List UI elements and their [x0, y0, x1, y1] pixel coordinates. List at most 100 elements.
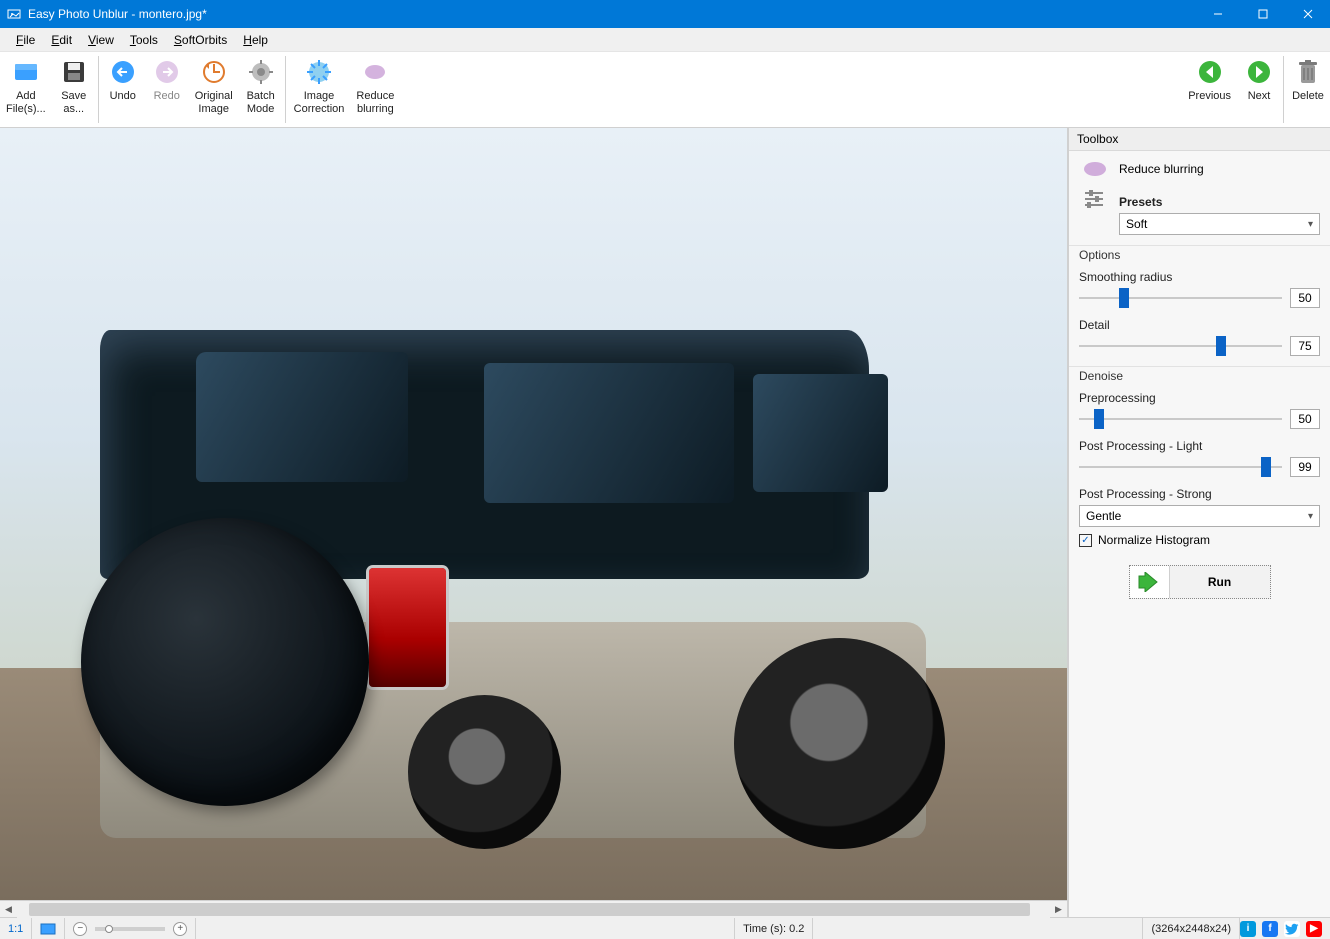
save-as-button[interactable]: Save as...: [52, 52, 96, 127]
detail-slider[interactable]: [1079, 336, 1282, 356]
batch-mode-icon: [245, 56, 277, 88]
zoom-out-button[interactable]: −: [73, 922, 87, 936]
canvas-wrap: ◀ ▶: [0, 128, 1068, 917]
scroll-thumb[interactable]: [29, 903, 1030, 916]
redo-label: Redo: [154, 90, 180, 103]
undo-button[interactable]: Undo: [101, 52, 145, 127]
youtube-icon[interactable]: ▶: [1306, 921, 1322, 937]
original-image-icon: [198, 56, 230, 88]
previous-button[interactable]: Previous: [1182, 52, 1237, 127]
presets-combo[interactable]: Soft: [1119, 213, 1320, 235]
presets-icon: [1079, 189, 1111, 209]
detail-value[interactable]: 75: [1290, 336, 1320, 356]
previous-icon: [1194, 56, 1226, 88]
smoothing-radius-label: Smoothing radius: [1079, 270, 1320, 284]
preprocessing-label: Preprocessing: [1079, 391, 1320, 405]
image-correction-label: Image Correction: [294, 90, 345, 116]
denoise-heading: Denoise: [1069, 366, 1330, 385]
scroll-right-arrow[interactable]: ▶: [1050, 901, 1067, 918]
run-label: Run: [1170, 575, 1270, 589]
add-files-label: Add File(s)...: [6, 90, 46, 116]
status-dimensions: (3264x2448x24): [1143, 918, 1240, 939]
slider-thumb[interactable]: [1094, 409, 1104, 429]
zoom-in-button[interactable]: +: [173, 922, 187, 936]
batch-mode-button[interactable]: Batch Mode: [239, 52, 283, 127]
status-bar: 1:1 − + Time (s): 0.2 (3264x2448x24) i f…: [0, 917, 1330, 939]
original-image-button[interactable]: Original Image: [189, 52, 239, 127]
menu-bar: File Edit View Tools SoftOrbits Help: [0, 28, 1330, 52]
slider-thumb[interactable]: [1261, 457, 1271, 477]
info-icon[interactable]: i: [1240, 921, 1256, 937]
presets-heading: Presets: [1119, 195, 1320, 209]
twitter-icon[interactable]: [1284, 921, 1300, 937]
post-light-label: Post Processing - Light: [1079, 439, 1320, 453]
zoom-slider[interactable]: [95, 927, 165, 931]
zoom-slider-thumb[interactable]: [105, 925, 113, 933]
app-icon: [6, 6, 22, 22]
blur-icon: [1079, 159, 1111, 179]
run-button[interactable]: Run: [1129, 565, 1271, 599]
maximize-button[interactable]: [1240, 0, 1285, 28]
title-bar: Easy Photo Unblur - montero.jpg*: [0, 0, 1330, 28]
post-strong-combo[interactable]: Gentle: [1079, 505, 1320, 527]
menu-tools[interactable]: Tools: [122, 28, 166, 51]
detail-label: Detail: [1079, 318, 1320, 332]
slider-thumb[interactable]: [1216, 336, 1226, 356]
preprocessing-value[interactable]: 50: [1290, 409, 1320, 429]
close-button[interactable]: [1285, 0, 1330, 28]
undo-label: Undo: [110, 90, 136, 103]
post-light-value[interactable]: 99: [1290, 457, 1320, 477]
minimize-button[interactable]: [1195, 0, 1240, 28]
toolbar: Add File(s)... Save as... Undo Redo Orig…: [0, 52, 1330, 128]
normalize-histogram-checkbox[interactable]: ✓: [1079, 534, 1092, 547]
options-heading: Options: [1069, 245, 1330, 264]
image-placeholder: [0, 128, 1067, 900]
preprocessing-slider[interactable]: [1079, 409, 1282, 429]
trash-icon: [1292, 56, 1324, 88]
menu-edit[interactable]: Edit: [43, 28, 80, 51]
smoothing-radius-slider[interactable]: [1079, 288, 1282, 308]
add-files-button[interactable]: Add File(s)...: [0, 52, 52, 127]
add-files-icon: [10, 56, 42, 88]
menu-softorbits[interactable]: SoftOrbits: [166, 28, 235, 51]
toolbox-mode-label: Reduce blurring: [1119, 162, 1204, 176]
undo-icon: [107, 56, 139, 88]
post-light-slider[interactable]: [1079, 457, 1282, 477]
slider-thumb[interactable]: [1119, 288, 1129, 308]
normalize-histogram-label: Normalize Histogram: [1098, 533, 1210, 547]
image-canvas[interactable]: [0, 128, 1067, 900]
image-correction-icon: [303, 56, 335, 88]
menu-file[interactable]: File: [8, 28, 43, 51]
delete-button[interactable]: Delete: [1286, 52, 1330, 127]
redo-icon: [151, 56, 183, 88]
reduce-blurring-button[interactable]: Reduce blurring: [350, 52, 400, 127]
reduce-blurring-icon: [359, 56, 391, 88]
redo-button[interactable]: Redo: [145, 52, 189, 127]
zoom-ratio[interactable]: 1:1: [0, 918, 32, 939]
scroll-track[interactable]: [17, 901, 1050, 918]
save-icon: [58, 56, 90, 88]
workspace: ◀ ▶ Toolbox Reduce blurring Presets Soft…: [0, 128, 1330, 917]
toolbox-panel: Toolbox Reduce blurring Presets Soft Opt…: [1068, 128, 1330, 917]
menu-view[interactable]: View: [80, 28, 122, 51]
menu-help[interactable]: Help: [235, 28, 276, 51]
reduce-blurring-label: Reduce blurring: [356, 90, 394, 116]
image-correction-button[interactable]: Image Correction: [288, 52, 351, 127]
smoothing-radius-value[interactable]: 50: [1290, 288, 1320, 308]
original-image-label: Original Image: [195, 90, 233, 116]
next-button[interactable]: Next: [1237, 52, 1281, 127]
toolbox-title: Toolbox: [1069, 128, 1330, 151]
save-as-label: Save as...: [61, 90, 86, 116]
previous-label: Previous: [1188, 90, 1231, 103]
run-icon: [1130, 566, 1170, 598]
horizontal-scrollbar[interactable]: ◀ ▶: [0, 900, 1067, 917]
fit-button[interactable]: [32, 918, 65, 939]
delete-label: Delete: [1292, 90, 1324, 103]
presets-selected: Soft: [1126, 217, 1147, 231]
next-label: Next: [1248, 90, 1271, 103]
post-strong-selected: Gentle: [1086, 509, 1121, 523]
facebook-icon[interactable]: f: [1262, 921, 1278, 937]
scroll-left-arrow[interactable]: ◀: [0, 901, 17, 918]
batch-mode-label: Batch Mode: [247, 90, 275, 116]
post-strong-label: Post Processing - Strong: [1079, 487, 1320, 501]
